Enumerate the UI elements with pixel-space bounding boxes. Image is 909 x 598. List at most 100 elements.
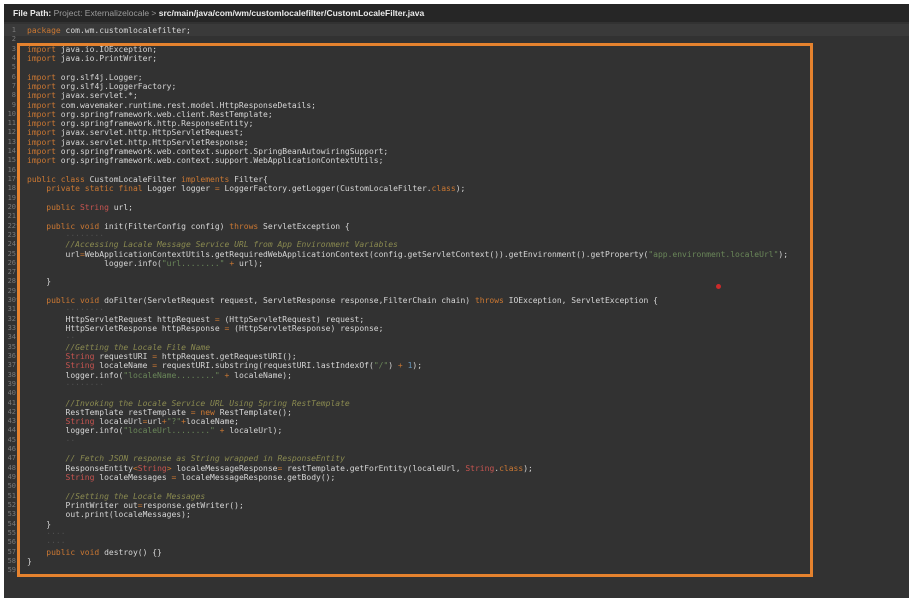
code-line[interactable]: 28 } [4,277,909,286]
line-number: 37 [4,361,16,370]
code-line[interactable]: 27 [4,268,909,277]
code-line[interactable]: 50 [4,482,909,491]
line-number: 16 [4,166,16,175]
line-number: 1 [4,26,16,35]
code-line-text: String requestURI = httpRequest.getReque… [27,352,297,361]
line-number: 10 [4,110,16,119]
code-line[interactable]: 4 import java.io.PrintWriter; [4,54,909,63]
editor-window: File Path: Project: Externalizelocale > … [4,4,909,598]
code-line-text: ···· [27,529,66,538]
code-line[interactable]: 10 import org.springframework.web.client.… [4,110,909,119]
code-line[interactable]: 6import org.slf4j.Logger; [4,73,909,82]
code-line[interactable]: 7import org.slf4j.LoggerFactory; [4,82,909,91]
code-line-text: //Invoking the Locale Service URL Using … [27,399,350,408]
fold-marker-icon[interactable]: ▾ [16,222,19,231]
code-line[interactable]: 38 logger.info("localeName........" + lo… [4,371,909,380]
line-number: 26 [4,259,16,268]
line-number: 34 [4,333,16,342]
code-line[interactable]: 42 RestTemplate restTemplate = new RestT… [4,408,909,417]
code-line[interactable]: 57 public void destroy() {} [4,548,909,557]
project-breadcrumb: Project: Externalizelocale > [51,8,158,18]
code-line-text: } [27,557,32,566]
code-line-text: import org.springframework.web.client.Re… [27,110,273,119]
code-line[interactable]: 55 ···· [4,529,909,538]
code-line-text: ········ [27,231,104,240]
code-line-text: import org.slf4j.LoggerFactory; [27,82,176,91]
line-number: 55 [4,529,16,538]
code-line[interactable]: 26 logger.info("url........" + url); [4,259,909,268]
code-line[interactable]: 58} [4,557,909,566]
code-line[interactable]: 39 ········ [4,380,909,389]
code-line[interactable]: 40 [4,389,909,398]
code-line-text: import java.io.IOException; [27,45,157,54]
code-line[interactable]: 21 [4,212,909,221]
line-number: 3 [4,45,16,54]
line-number: 22 [4,222,16,231]
code-line[interactable]: 17▾public class CustomLocaleFilter imple… [4,175,909,184]
code-line[interactable]: 24 //Accessing Lacale Message Service UR… [4,240,909,249]
code-line[interactable]: 49 String localeMessages = localeMessage… [4,473,909,482]
code-line[interactable]: 29 [4,287,909,296]
code-line[interactable]: 16 [4,166,909,175]
code-line[interactable]: 54 } [4,520,909,529]
code-line-text: } [27,520,51,529]
line-number: 23 [4,231,16,240]
code-line[interactable]: 37 String localeName = requestURI.substr… [4,361,909,370]
code-line-text: public String url; [27,203,133,212]
code-line-text: HttpServletResponse httpResponse = (Http… [27,324,383,333]
code-line[interactable]: 30▾ public void doFilter(ServletRequest … [4,296,909,305]
line-number: 56 [4,538,16,547]
code-line[interactable]: 1package com.wm.customlocalefilter; [4,26,909,35]
line-number: 36 [4,352,16,361]
code-line[interactable]: 47 // Fetch JSON response as String wrap… [4,454,909,463]
line-number: 32 [4,315,16,324]
error-dot [716,284,721,289]
fold-marker-icon[interactable]: ▾ [16,175,19,184]
code-line[interactable]: 56 ···· [4,538,909,547]
code-line-text: import java.io.PrintWriter; [27,54,157,63]
code-line[interactable]: 36 String requestURI = httpRequest.getRe… [4,352,909,361]
code-line[interactable]: 12import javax.servlet.http.HttpServletR… [4,128,909,137]
code-line[interactable]: 45 ·· [4,436,909,445]
code-editor[interactable]: 1package com.wm.customlocalefilter;23imp… [4,22,909,598]
code-line-text: logger.info("localeUrl........" + locale… [27,426,282,435]
code-lines: 1package com.wm.customlocalefilter;23imp… [4,22,909,575]
code-line-text: HttpServletRequest httpRequest = (HttpSe… [27,315,364,324]
code-line[interactable]: 51 //Setting the Locale Messages [4,492,909,501]
code-line[interactable]: 48 ResponseEntity<String> localeMessageR… [4,464,909,473]
code-line[interactable]: 9import com.wavemaker.runtime.rest.model… [4,101,909,110]
code-line[interactable]: 8import javax.servlet.*; [4,91,909,100]
code-line[interactable]: 5 [4,63,909,72]
code-line[interactable]: 2 [4,35,909,44]
code-line[interactable]: 18 private static final Logger logger = … [4,184,909,193]
code-line[interactable]: 22▾ public void init(FilterConfig config… [4,222,909,231]
code-line[interactable]: 44 logger.info("localeUrl........" + loc… [4,426,909,435]
code-line[interactable]: 13import javax.servlet.http.HttpServletR… [4,138,909,147]
line-number: 8 [4,91,16,100]
code-line[interactable]: 52 PrintWriter out=response.getWriter(); [4,501,909,510]
code-line[interactable]: 23 ········ [4,231,909,240]
code-line[interactable]: 46 [4,445,909,454]
code-line[interactable]: 11import org.springframework.http.Respon… [4,119,909,128]
line-number: 19 [4,194,16,203]
code-line[interactable]: 31 ········ [4,305,909,314]
code-line-text: ·· [27,436,75,445]
line-number: 4 [4,54,16,63]
code-line[interactable]: 53 out.print(localeMessages); [4,510,909,519]
code-line-text: out.print(localeMessages); [27,510,191,519]
code-line[interactable]: 35 //Getting the Locale File Name [4,343,909,352]
code-line[interactable]: 3 import java.io.IOException; [4,45,909,54]
code-line[interactable]: 32 HttpServletRequest httpRequest = (Htt… [4,315,909,324]
code-line[interactable]: 14import org.springframework.web.context… [4,147,909,156]
code-line[interactable]: 19 [4,194,909,203]
code-line[interactable]: 15import org.springframework.web.context… [4,156,909,165]
code-line[interactable]: 34 ·· [4,333,909,342]
fold-marker-icon[interactable]: ▾ [16,296,19,305]
code-line[interactable]: 20 public String url; [4,203,909,212]
code-line[interactable]: 33 HttpServletResponse httpResponse = (H… [4,324,909,333]
line-number: 33 [4,324,16,333]
code-line[interactable]: 41 //Invoking the Locale Service URL Usi… [4,399,909,408]
code-line[interactable]: 43 String localeUrl=url+"?"+localeName; [4,417,909,426]
code-line[interactable]: 59 [4,566,909,575]
code-line[interactable]: 25 url=WebApplicationContextUtils.getReq… [4,250,909,259]
